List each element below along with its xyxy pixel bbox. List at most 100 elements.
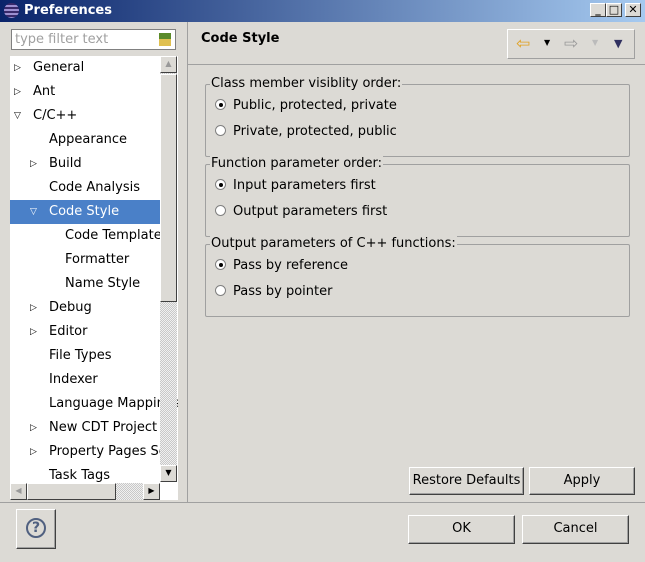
back-arrow-icon[interactable]: ⇦: [516, 34, 530, 54]
radio-option[interactable]: Public, protected, private: [215, 98, 397, 113]
back-menu-icon[interactable]: ▼: [544, 38, 550, 47]
group-label: Class member visiblity order:: [210, 76, 403, 91]
tree-item[interactable]: ▽ C/C++: [10, 104, 160, 128]
tree-item[interactable]: ▷ New CDT Project Wizard: [10, 416, 178, 440]
preference-tree[interactable]: ▷ General ▷ Ant ▽ C/C++ Appearance ▷ Build Code A…: [10, 56, 178, 500]
radio-label: Output parameters first: [233, 204, 388, 219]
help-icon: ?: [26, 518, 46, 538]
hscroll-thumb[interactable]: [27, 483, 116, 500]
radio-button[interactable]: [215, 205, 226, 216]
maximize-button[interactable]: □: [606, 3, 622, 17]
collapsed-twisty-icon[interactable]: ▷: [30, 320, 37, 344]
tree-item-label: Language Mappings: [49, 396, 178, 411]
clear-filter-icon[interactable]: [159, 33, 171, 46]
window-title: Preferences: [24, 3, 112, 18]
group-label: Function parameter order:: [210, 156, 384, 171]
help-button[interactable]: ?: [16, 509, 56, 549]
minimize-button[interactable]: _: [590, 3, 606, 17]
filter-input[interactable]: type filter text: [11, 29, 176, 50]
tree-item-label: Debug: [49, 300, 92, 315]
filter-placeholder: type filter text: [15, 32, 109, 47]
radio-option[interactable]: Pass by reference: [215, 258, 348, 273]
tree-item-label: File Types: [49, 348, 112, 363]
collapsed-twisty-icon[interactable]: ▷: [30, 296, 37, 320]
view-menu-icon[interactable]: ▼: [614, 37, 622, 50]
radio-button[interactable]: [215, 99, 226, 110]
ok-button[interactable]: OK: [408, 515, 515, 544]
scroll-down-button[interactable]: ▼: [160, 465, 177, 482]
tree-vertical-scrollbar[interactable]: ▲ ▼: [160, 56, 177, 482]
radio-label: Pass by reference: [233, 258, 349, 273]
radio-button[interactable]: [215, 285, 226, 296]
scroll-thumb[interactable]: [160, 74, 177, 302]
radio-label: Input parameters first: [233, 178, 376, 193]
tree-item[interactable]: ▷ Editor: [10, 320, 160, 344]
collapsed-twisty-icon[interactable]: ▷: [30, 152, 37, 176]
collapsed-twisty-icon[interactable]: ▷: [14, 56, 21, 80]
tree-item[interactable]: Formatter: [10, 248, 160, 272]
tree-item-label: Editor: [49, 324, 88, 339]
tree-item[interactable]: ▷ General: [10, 56, 160, 80]
tree-item-label: Build: [49, 156, 82, 171]
tree-item-label: Property Pages Settings: [49, 444, 178, 459]
group-label: Output parameters of C++ functions:: [210, 236, 457, 251]
option-group: Class member visiblity order: Public, pro…: [205, 76, 630, 157]
tree-item[interactable]: ▽ Code Style: [10, 200, 160, 224]
tree-item-label: Ant: [33, 84, 56, 99]
tree-item[interactable]: Name Style: [10, 272, 160, 296]
tree-item-label: Formatter: [65, 252, 130, 267]
forward-arrow-icon[interactable]: ⇨: [564, 34, 578, 54]
radio-label: Public, protected, private: [233, 98, 397, 113]
tree-item[interactable]: ▷ Ant: [10, 80, 160, 104]
tree-item[interactable]: File Types: [10, 344, 160, 368]
tree-item[interactable]: ▷ Debug: [10, 296, 160, 320]
tree-item-label: Code Style: [49, 204, 120, 219]
tree-item[interactable]: Language Mappings: [10, 392, 178, 416]
radio-option[interactable]: Pass by pointer: [215, 284, 332, 299]
eclipse-icon: [4, 3, 19, 18]
collapsed-twisty-icon[interactable]: ▷: [30, 416, 37, 440]
title-bar: Preferences _ □ ✕: [0, 0, 645, 22]
radio-option[interactable]: Private, protected, public: [215, 124, 397, 139]
sash-divider[interactable]: [187, 22, 188, 502]
radio-option[interactable]: Output parameters first: [215, 204, 387, 219]
close-button[interactable]: ✕: [625, 3, 641, 17]
radio-button[interactable]: [215, 179, 226, 190]
tree-item-label: Name Style: [65, 276, 141, 291]
forward-menu-icon[interactable]: ▼: [592, 38, 598, 47]
tree-horizontal-scrollbar[interactable]: ◀ ▶: [10, 483, 160, 500]
tree-item-label: General: [33, 60, 85, 75]
radio-button[interactable]: [215, 259, 226, 270]
tree-item[interactable]: ▷ Property Pages Settings: [10, 440, 178, 464]
tree-item[interactable]: Indexer: [10, 368, 160, 392]
scroll-up-button[interactable]: ▲: [160, 56, 177, 73]
tree-item[interactable]: Code Templates: [10, 224, 169, 248]
tree-item[interactable]: Appearance: [10, 128, 160, 152]
scroll-left-button[interactable]: ◀: [10, 483, 27, 500]
apply-button[interactable]: Apply: [529, 467, 635, 495]
nav-toolbar: ⇦ ▼ ⇨ ▼ ▼: [507, 29, 635, 59]
radio-label: Private, protected, public: [233, 124, 397, 139]
tree-item-label: Code Templates: [65, 228, 169, 243]
tree-item-label: Appearance: [49, 132, 128, 147]
expanded-twisty-icon[interactable]: ▽: [30, 200, 37, 224]
cancel-button[interactable]: Cancel: [522, 515, 629, 544]
option-group: Function parameter order: Input parameter…: [205, 156, 630, 237]
collapsed-twisty-icon[interactable]: ▷: [14, 80, 21, 104]
radio-option[interactable]: Input parameters first: [215, 178, 376, 193]
radio-button[interactable]: [215, 125, 226, 136]
header-separator: [188, 64, 645, 65]
tree-item-label: Indexer: [49, 372, 98, 387]
page-title: Code Style: [201, 31, 280, 46]
scroll-right-button[interactable]: ▶: [143, 483, 160, 500]
restore-defaults-button[interactable]: Restore Defaults: [409, 467, 524, 495]
expanded-twisty-icon[interactable]: ▽: [14, 104, 21, 128]
radio-label: Pass by pointer: [233, 284, 333, 299]
option-group: Output parameters of C++ functions: Pass …: [205, 236, 630, 317]
collapsed-twisty-icon[interactable]: ▷: [30, 440, 37, 464]
footer-separator: [0, 502, 645, 503]
tree-item-label: Code Analysis: [49, 180, 140, 195]
tree-item-label: New CDT Project Wizard: [49, 420, 178, 435]
tree-item[interactable]: Code Analysis: [10, 176, 160, 200]
tree-item[interactable]: ▷ Build: [10, 152, 160, 176]
